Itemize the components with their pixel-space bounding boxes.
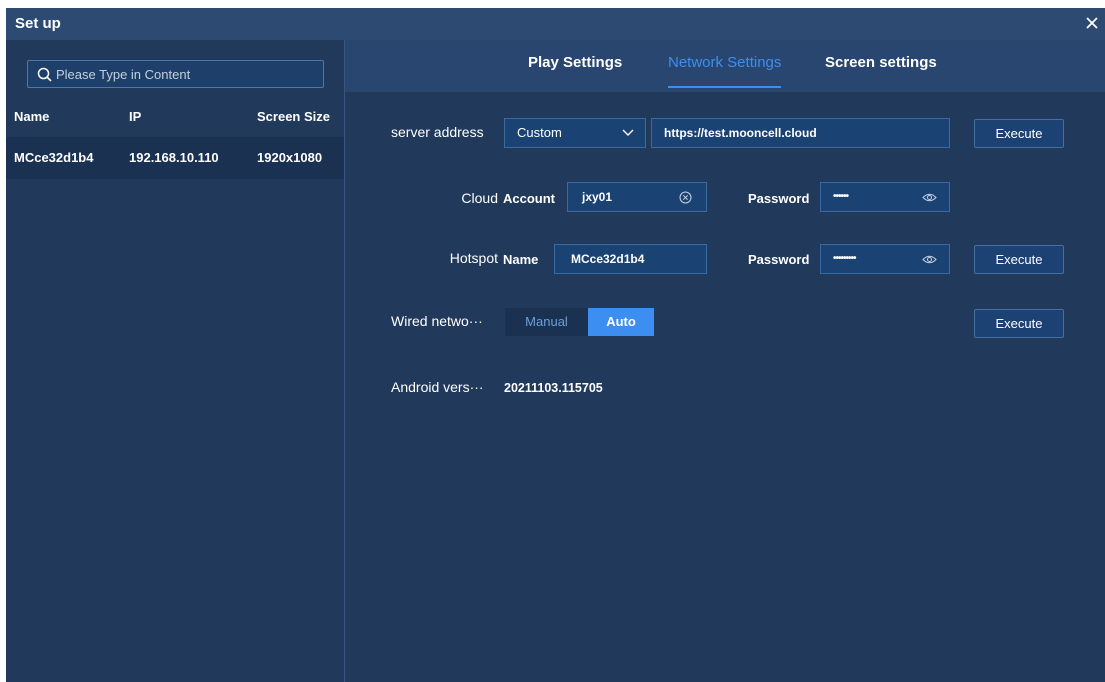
wired-manual-option[interactable]: Manual <box>505 308 588 336</box>
cloud-password-value: •••••• <box>833 191 849 202</box>
close-icon[interactable] <box>1083 14 1101 32</box>
cloud-password-input[interactable]: •••••• <box>820 182 950 212</box>
column-header-name: Name <box>14 109 50 124</box>
eye-icon[interactable] <box>922 192 937 203</box>
cloud-password-label: Password <box>748 191 810 206</box>
wired-auto-option[interactable]: Auto <box>588 308 654 336</box>
hotspot-password-value: ••••••••• <box>833 253 856 264</box>
hotspot-name-input[interactable]: MCce32d1b4 <box>554 244 707 274</box>
column-header-ip: IP <box>129 109 142 124</box>
tab-bar: Play Settings Network Settings Screen se… <box>345 40 1105 92</box>
cell-screen-size: 1920x1080 <box>257 150 323 165</box>
hotspot-password-input[interactable]: ••••••••• <box>820 244 950 274</box>
hotspot-label: Hotspot <box>449 250 498 266</box>
hotspot-name-value: MCce32d1b4 <box>571 252 645 266</box>
title-bar: Set up <box>6 8 1105 40</box>
search-input[interactable] <box>56 61 316 87</box>
server-url-value: https://test.mooncell.cloud <box>664 126 817 140</box>
cell-ip: 192.168.10.110 <box>129 150 219 165</box>
android-version-value: 20211103.115705 <box>504 381 603 395</box>
chevron-down-icon <box>622 129 634 136</box>
cloud-account-input[interactable]: jxy01 <box>567 182 707 212</box>
android-version-label: Android vers··· <box>391 379 484 395</box>
server-address-label: server address <box>391 124 484 140</box>
wired-network-label: Wired netwo··· <box>391 313 483 329</box>
server-mode-value: Custom <box>517 125 562 140</box>
hotspot-execute-button[interactable]: Execute <box>974 245 1064 274</box>
cloud-account-label: Account <box>503 191 555 206</box>
settings-window: Set up Name IP Screen Size MCce32d1b4 19… <box>6 8 1105 682</box>
clear-icon[interactable] <box>679 191 692 204</box>
server-mode-select[interactable]: Custom <box>504 118 646 148</box>
server-url-input[interactable]: https://test.mooncell.cloud <box>651 118 950 148</box>
column-header-screen-size: Screen Size <box>257 109 330 124</box>
tab-play-settings[interactable]: Play Settings <box>528 40 622 92</box>
search-icon <box>37 67 52 82</box>
tab-screen-settings[interactable]: Screen settings <box>825 40 937 92</box>
cloud-label: Cloud <box>461 190 498 206</box>
tab-network-settings[interactable]: Network Settings <box>668 40 782 92</box>
server-execute-button[interactable]: Execute <box>974 119 1064 148</box>
cell-name: MCce32d1b4 <box>14 150 94 165</box>
search-box <box>27 60 324 88</box>
device-sidebar: Name IP Screen Size MCce32d1b4 192.168.1… <box>6 40 345 682</box>
device-table-header: Name IP Screen Size <box>6 100 344 134</box>
eye-icon[interactable] <box>922 254 937 265</box>
window-title: Set up <box>15 15 61 32</box>
table-row[interactable]: MCce32d1b4 192.168.10.110 1920x1080 <box>6 137 344 179</box>
cloud-account-value: jxy01 <box>582 190 613 204</box>
hotspot-name-label: Name <box>503 252 539 267</box>
hotspot-password-label: Password <box>748 252 810 267</box>
wired-execute-button[interactable]: Execute <box>974 309 1064 338</box>
